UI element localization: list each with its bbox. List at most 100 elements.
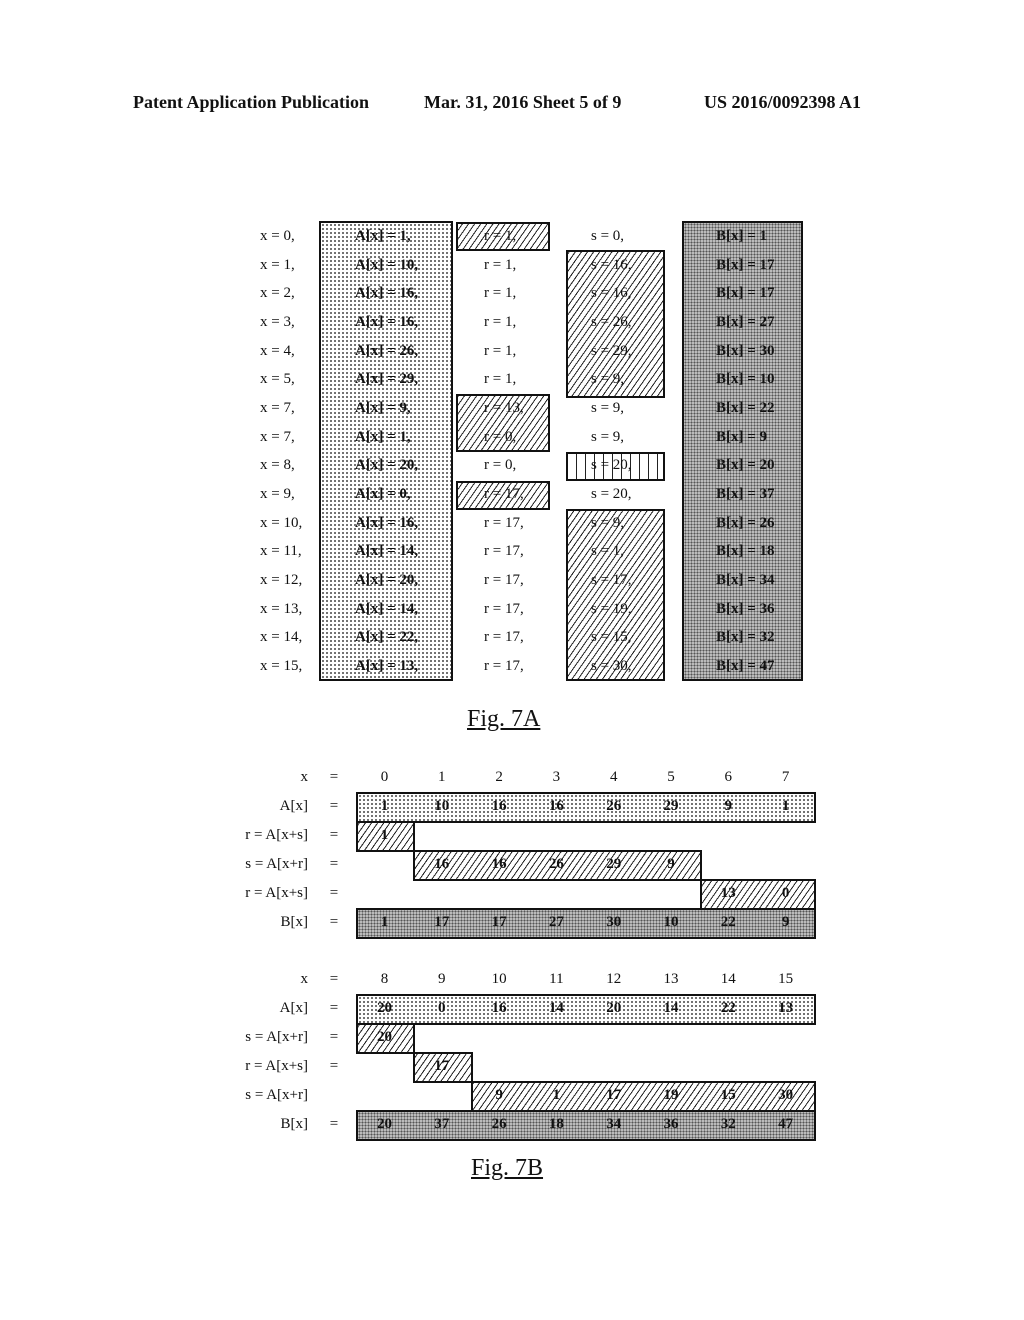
x-label: x = 15, bbox=[260, 658, 303, 674]
x-index: 7 bbox=[781, 769, 790, 785]
a-value: A[x] = 20, bbox=[355, 572, 419, 588]
b-value: B[x] = 26 bbox=[716, 515, 775, 531]
equals-sign: = bbox=[329, 798, 339, 814]
b-value: B[x] = 17 bbox=[716, 257, 775, 273]
cell-value: 16 bbox=[491, 798, 507, 814]
r-value: r = 1, bbox=[484, 257, 517, 273]
r-value: r = 17, bbox=[484, 572, 524, 588]
r-value: r = 17, bbox=[484, 486, 524, 502]
x-index: 11 bbox=[549, 971, 564, 987]
cell-value: 19 bbox=[663, 1087, 679, 1103]
cell-value: 29 bbox=[606, 856, 622, 872]
cell-value: 22 bbox=[720, 914, 736, 930]
r-value: r = 17, bbox=[484, 601, 524, 617]
x-index: 9 bbox=[438, 971, 446, 987]
cell-value: 17 bbox=[434, 914, 450, 930]
cell-value: 1 bbox=[781, 798, 790, 814]
x-label: x = 1, bbox=[260, 257, 295, 273]
a-value: A[x] = 14, bbox=[355, 601, 419, 617]
cell-value: 26 bbox=[491, 1116, 507, 1132]
a-value: A[x] = 22, bbox=[355, 629, 419, 645]
b-value: B[x] = 47 bbox=[716, 658, 775, 674]
a-value: A[x] = 1, bbox=[355, 228, 411, 244]
cell-value: 32 bbox=[720, 1116, 736, 1132]
a-value: A[x] = 29, bbox=[355, 371, 419, 387]
r-value: r = 1, bbox=[484, 285, 517, 301]
cell-value: 1 bbox=[552, 1087, 561, 1103]
a-value: A[x] = 13, bbox=[355, 658, 419, 674]
cell-value: 16 bbox=[491, 856, 507, 872]
r-value: r = 17, bbox=[484, 515, 524, 531]
b-value: B[x] = 36 bbox=[716, 601, 775, 617]
cell-value: 36 bbox=[663, 1116, 679, 1132]
x-index: 2 bbox=[495, 769, 503, 785]
x-index: 0 bbox=[380, 769, 389, 785]
cell-value: 1 bbox=[380, 827, 389, 843]
cell-value: 20 bbox=[377, 1000, 392, 1016]
x-index: 4 bbox=[609, 769, 618, 785]
publication-number: US 2016/0092398 A1 bbox=[704, 92, 862, 112]
x-index: 1 bbox=[438, 769, 446, 785]
b-value: B[x] = 10 bbox=[716, 371, 775, 387]
x-index: 8 bbox=[380, 971, 389, 987]
r-value: r = 1, bbox=[484, 228, 517, 244]
x-index: 5 bbox=[667, 769, 675, 785]
b-value: B[x] = 37 bbox=[716, 486, 775, 502]
cell-value: 16 bbox=[434, 856, 450, 872]
cell-value: 1 bbox=[380, 798, 389, 814]
s-value: s = 17, bbox=[591, 572, 632, 588]
b-value: B[x] = 27 bbox=[716, 314, 775, 330]
cell-value: 22 bbox=[720, 1000, 736, 1016]
cell-value: 26 bbox=[606, 798, 622, 814]
fig-7a-caption: Fig. 7A bbox=[467, 706, 541, 732]
a-value: A[x] = 16, bbox=[355, 314, 419, 330]
cell-value: 14 bbox=[548, 1000, 564, 1016]
equals-sign: = bbox=[329, 914, 339, 930]
x-label: x = 5, bbox=[260, 371, 295, 387]
x-label: x = 8, bbox=[260, 457, 295, 473]
b-value: B[x] = 32 bbox=[716, 629, 775, 645]
r-value: r = 13, bbox=[484, 400, 524, 416]
b-value: B[x] = 20 bbox=[716, 457, 775, 473]
cell-value: 9 bbox=[781, 914, 790, 930]
equals-sign: = bbox=[329, 885, 339, 901]
equals-sign: = bbox=[329, 769, 339, 785]
row-label: A[x] bbox=[279, 1000, 308, 1016]
x-label: x = 12, bbox=[260, 572, 303, 588]
cell-value: 15 bbox=[720, 1087, 736, 1103]
s-value: s = 26, bbox=[591, 314, 632, 330]
equals-sign: = bbox=[329, 827, 339, 843]
equals-sign: = bbox=[329, 1029, 339, 1045]
x-index: 12 bbox=[606, 971, 622, 987]
s-value: s = 19, bbox=[591, 601, 632, 617]
s-value: s = 9, bbox=[591, 400, 625, 416]
equals-sign: = bbox=[329, 971, 339, 987]
x-row-label: x bbox=[300, 769, 309, 785]
cell-value: 9 bbox=[495, 1087, 503, 1103]
x-label: x = 13, bbox=[260, 601, 303, 617]
a-value: A[x] = 20, bbox=[355, 457, 419, 473]
cell-value: 27 bbox=[548, 914, 564, 930]
cell-value: 34 bbox=[606, 1116, 622, 1132]
s-value: s = 15, bbox=[591, 629, 632, 645]
x-label: x = 7, bbox=[260, 429, 295, 445]
x-index: 15 bbox=[778, 971, 794, 987]
x-index: 3 bbox=[552, 769, 561, 785]
row-label: B[x] bbox=[280, 914, 309, 930]
r-value: r = 1, bbox=[484, 314, 517, 330]
x-label: x = 14, bbox=[260, 629, 303, 645]
x-label: x = 0, bbox=[260, 228, 295, 244]
cell-value: 47 bbox=[778, 1116, 794, 1132]
x-label: x = 4, bbox=[260, 343, 295, 359]
cell-value: 14 bbox=[663, 1000, 679, 1016]
b-value: B[x] = 30 bbox=[716, 343, 775, 359]
x-label: x = 3, bbox=[260, 314, 295, 330]
a-value: A[x] = 14, bbox=[355, 543, 419, 559]
cell-value: 30 bbox=[778, 1087, 794, 1103]
cell-value: 20 bbox=[377, 1116, 392, 1132]
row-label: r = A[x+s] bbox=[245, 1058, 308, 1074]
b-value: B[x] = 18 bbox=[716, 543, 775, 559]
a-value: A[x] = 16, bbox=[355, 515, 419, 531]
s-value: s = 16, bbox=[591, 257, 632, 273]
x-index: 14 bbox=[720, 971, 736, 987]
